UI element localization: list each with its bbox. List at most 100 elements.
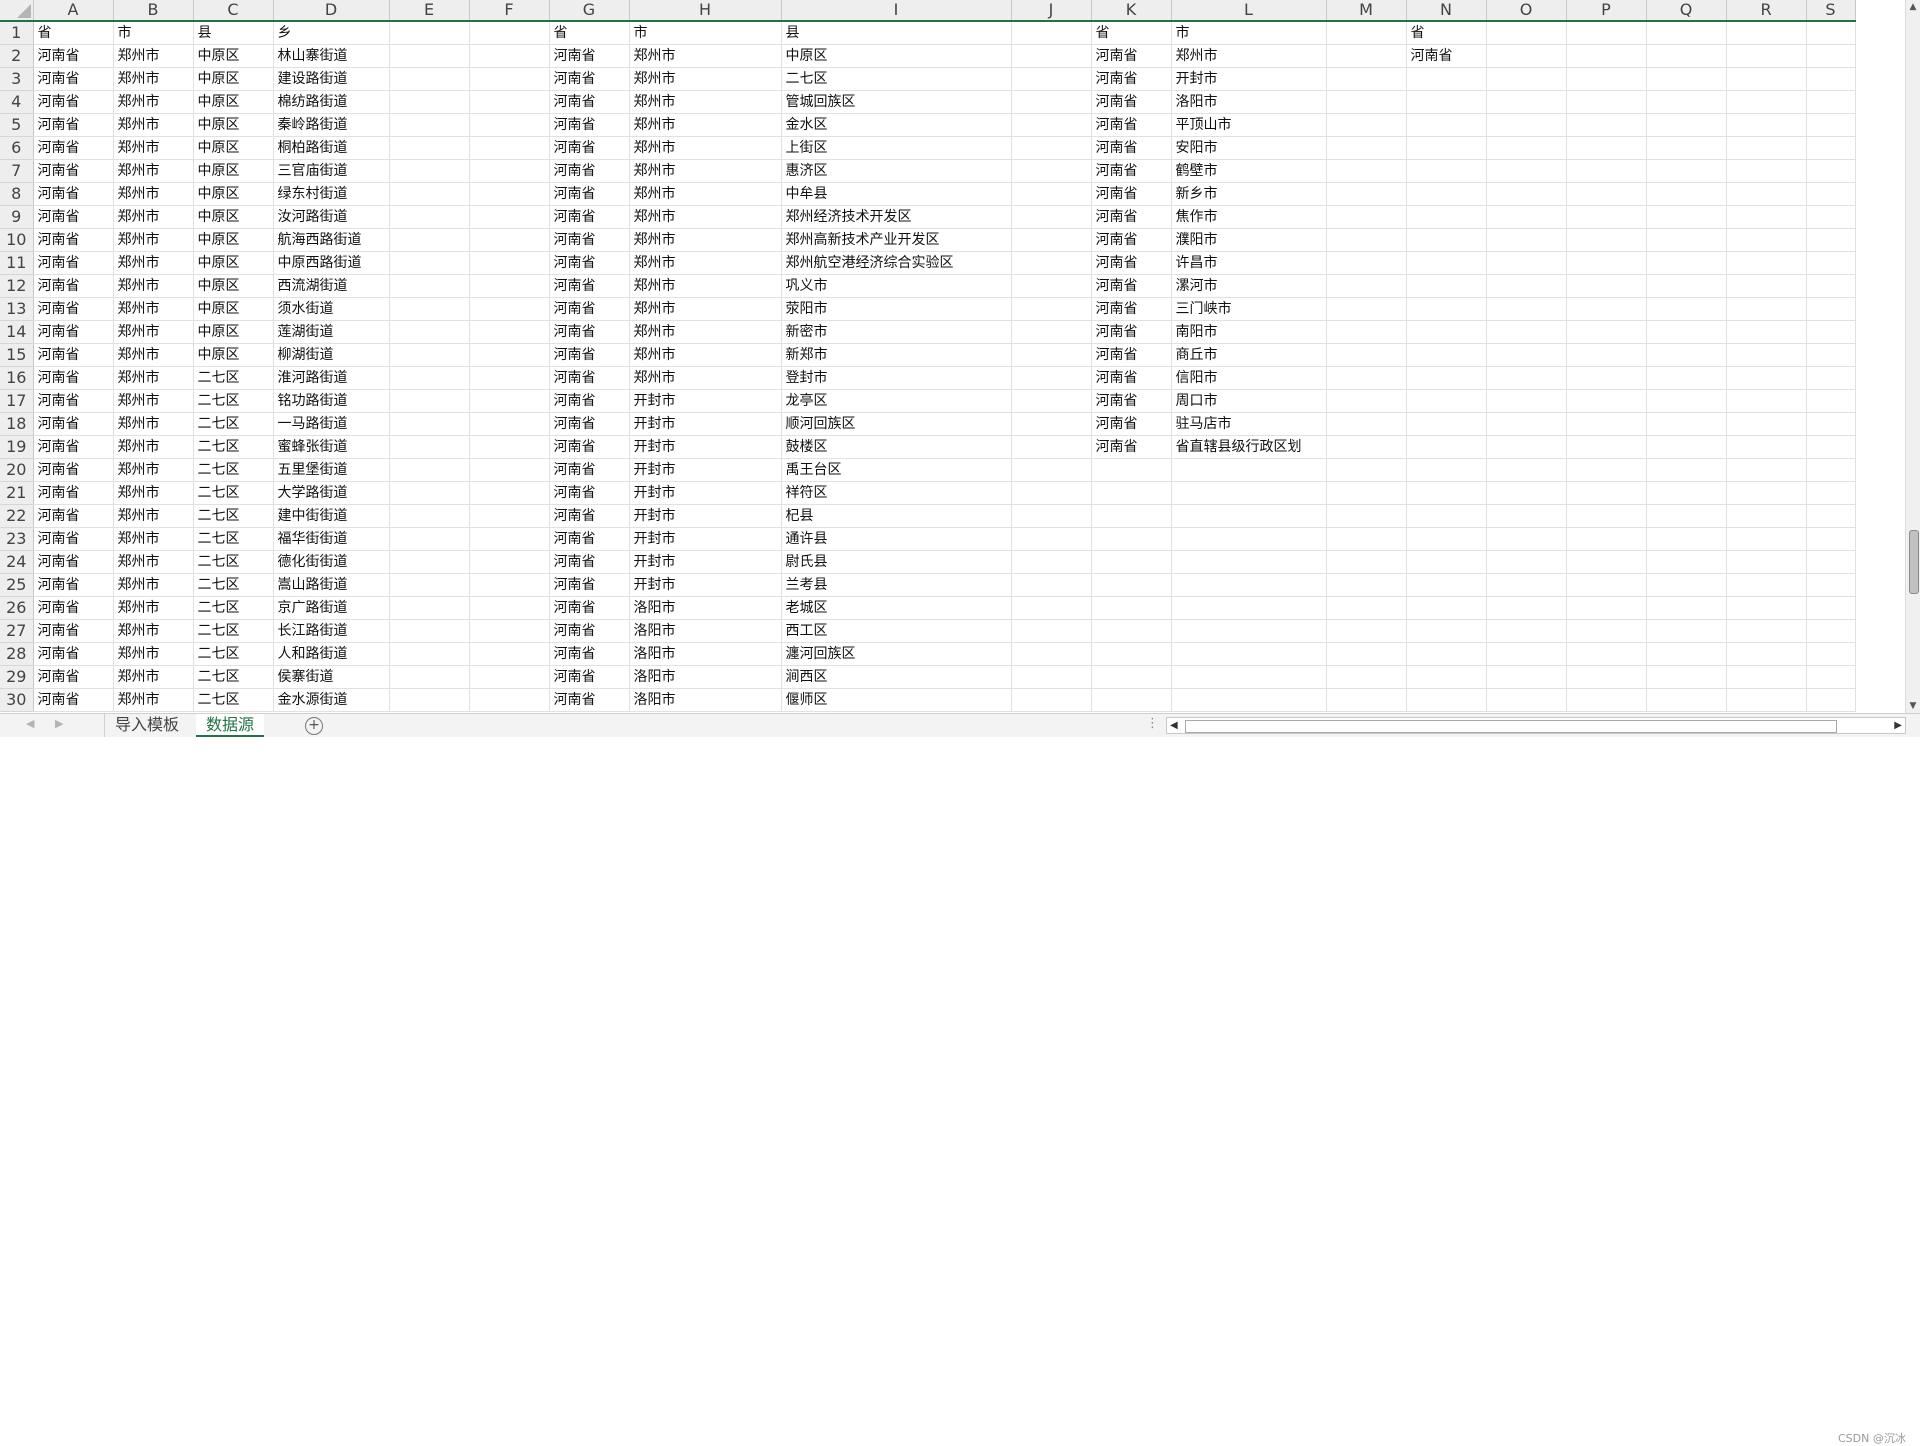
cell-e23[interactable] <box>389 527 470 551</box>
cell-g25[interactable]: 河南省 <box>549 573 630 597</box>
sheet-tab-import-template[interactable]: 导入模板 <box>104 714 189 737</box>
cell-s21[interactable] <box>1806 481 1856 505</box>
cell-j3[interactable] <box>1011 67 1092 91</box>
cell-b11[interactable]: 郑州市 <box>113 251 194 275</box>
cell-b2[interactable]: 郑州市 <box>113 44 194 68</box>
cell-q19[interactable] <box>1646 435 1727 459</box>
cell-a29[interactable]: 河南省 <box>33 665 114 689</box>
cell-q22[interactable] <box>1646 504 1727 528</box>
cell-o29[interactable] <box>1486 665 1567 689</box>
cell-k30[interactable] <box>1091 688 1172 712</box>
cell-j24[interactable] <box>1011 550 1092 574</box>
cell-r17[interactable] <box>1726 389 1807 413</box>
cell-d18[interactable]: 一马路街道 <box>273 412 390 436</box>
cell-f27[interactable] <box>469 619 550 643</box>
row-header[interactable]: 16 <box>0 366 34 390</box>
cell-e12[interactable] <box>389 274 470 298</box>
cell-f3[interactable] <box>469 67 550 91</box>
cell-m6[interactable] <box>1326 136 1407 160</box>
cell-q20[interactable] <box>1646 458 1727 482</box>
cell-d28[interactable]: 人和路街道 <box>273 642 390 666</box>
cell-g9[interactable]: 河南省 <box>549 205 630 229</box>
cell-b19[interactable]: 郑州市 <box>113 435 194 459</box>
cell-i26[interactable]: 老城区 <box>781 596 1012 620</box>
cell-a21[interactable]: 河南省 <box>33 481 114 505</box>
cell-h16[interactable]: 郑州市 <box>629 366 782 390</box>
cell-d24[interactable]: 德化街街道 <box>273 550 390 574</box>
cell-a13[interactable]: 河南省 <box>33 297 114 321</box>
cell-e22[interactable] <box>389 504 470 528</box>
scroll-down-icon[interactable]: ▼ <box>1906 699 1920 713</box>
cell-l5[interactable]: 平顶山市 <box>1171 113 1327 137</box>
cell-p25[interactable] <box>1566 573 1647 597</box>
cell-r15[interactable] <box>1726 343 1807 367</box>
cell-g19[interactable]: 河南省 <box>549 435 630 459</box>
cell-g24[interactable]: 河南省 <box>549 550 630 574</box>
cell-f10[interactable] <box>469 228 550 252</box>
cell-k16[interactable]: 河南省 <box>1091 366 1172 390</box>
cell-c12[interactable]: 中原区 <box>193 274 274 298</box>
cell-h10[interactable]: 郑州市 <box>629 228 782 252</box>
cell-n22[interactable] <box>1406 504 1487 528</box>
cell-i11[interactable]: 郑州航空港经济综合实验区 <box>781 251 1012 275</box>
column-header-q[interactable]: Q <box>1646 0 1727 22</box>
cell-n25[interactable] <box>1406 573 1487 597</box>
cell-b23[interactable]: 郑州市 <box>113 527 194 551</box>
cell-r1[interactable] <box>1726 21 1807 45</box>
cell-c23[interactable]: 二七区 <box>193 527 274 551</box>
cell-p4[interactable] <box>1566 90 1647 114</box>
cell-i14[interactable]: 新密市 <box>781 320 1012 344</box>
cell-k25[interactable] <box>1091 573 1172 597</box>
cell-r13[interactable] <box>1726 297 1807 321</box>
cell-m3[interactable] <box>1326 67 1407 91</box>
cell-k28[interactable] <box>1091 642 1172 666</box>
cell-a24[interactable]: 河南省 <box>33 550 114 574</box>
cell-c26[interactable]: 二七区 <box>193 596 274 620</box>
row-header[interactable]: 4 <box>0 90 34 114</box>
cell-c24[interactable]: 二七区 <box>193 550 274 574</box>
cell-s10[interactable] <box>1806 228 1856 252</box>
cell-d12[interactable]: 西流湖街道 <box>273 274 390 298</box>
cell-g13[interactable]: 河南省 <box>549 297 630 321</box>
cell-p30[interactable] <box>1566 688 1647 712</box>
cell-a28[interactable]: 河南省 <box>33 642 114 666</box>
cell-k7[interactable]: 河南省 <box>1091 159 1172 183</box>
cell-i19[interactable]: 鼓楼区 <box>781 435 1012 459</box>
column-header-k[interactable]: K <box>1091 0 1172 22</box>
cell-o4[interactable] <box>1486 90 1567 114</box>
cell-o24[interactable] <box>1486 550 1567 574</box>
cell-g28[interactable]: 河南省 <box>549 642 630 666</box>
cell-r4[interactable] <box>1726 90 1807 114</box>
cell-e3[interactable] <box>389 67 470 91</box>
cell-s19[interactable] <box>1806 435 1856 459</box>
cell-j8[interactable] <box>1011 182 1092 206</box>
cell-s7[interactable] <box>1806 159 1856 183</box>
cell-b3[interactable]: 郑州市 <box>113 67 194 91</box>
cell-c25[interactable]: 二七区 <box>193 573 274 597</box>
cell-j16[interactable] <box>1011 366 1092 390</box>
row-header[interactable]: 3 <box>0 67 34 91</box>
row-header[interactable]: 29 <box>0 665 34 689</box>
cell-a7[interactable]: 河南省 <box>33 159 114 183</box>
cell-k13[interactable]: 河南省 <box>1091 297 1172 321</box>
cell-p24[interactable] <box>1566 550 1647 574</box>
cell-k2[interactable]: 河南省 <box>1091 44 1172 68</box>
cell-d14[interactable]: 莲湖街道 <box>273 320 390 344</box>
cell-k15[interactable]: 河南省 <box>1091 343 1172 367</box>
cell-f11[interactable] <box>469 251 550 275</box>
row-header[interactable]: 13 <box>0 297 34 321</box>
cell-p28[interactable] <box>1566 642 1647 666</box>
cell-q26[interactable] <box>1646 596 1727 620</box>
column-header-s[interactable]: S <box>1806 0 1856 22</box>
cell-e29[interactable] <box>389 665 470 689</box>
cell-r20[interactable] <box>1726 458 1807 482</box>
cell-k4[interactable]: 河南省 <box>1091 90 1172 114</box>
cell-d30[interactable]: 金水源街道 <box>273 688 390 712</box>
cell-r2[interactable] <box>1726 44 1807 68</box>
cell-k20[interactable] <box>1091 458 1172 482</box>
cell-e28[interactable] <box>389 642 470 666</box>
cell-f22[interactable] <box>469 504 550 528</box>
row-header[interactable]: 9 <box>0 205 34 229</box>
cell-g1[interactable]: 省 <box>549 21 630 45</box>
cell-l6[interactable]: 安阳市 <box>1171 136 1327 160</box>
